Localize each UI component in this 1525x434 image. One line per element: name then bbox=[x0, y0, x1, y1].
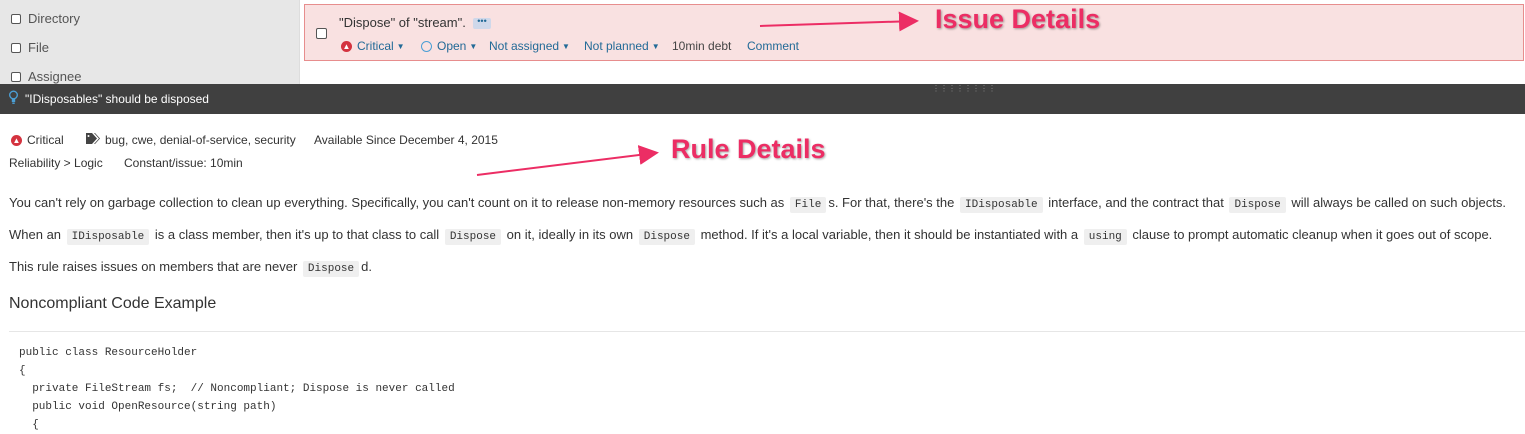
available-since-label: Available Since December 4, 2015 bbox=[314, 133, 498, 147]
inline-code: IDisposable bbox=[66, 229, 150, 245]
divider bbox=[9, 331, 1525, 332]
inline-code: using bbox=[1083, 229, 1127, 245]
text: method. If it's a local variable, then i… bbox=[700, 227, 1079, 242]
critical-severity-icon: ▲ bbox=[11, 134, 22, 146]
text: You can't rely on garbage collection to … bbox=[9, 195, 785, 210]
text: is a class member, then it's up to that … bbox=[154, 227, 440, 242]
inline-code: Dispose bbox=[444, 229, 502, 245]
noncompliant-code-block: public class ResourceHolder { private Fi… bbox=[19, 347, 455, 431]
rule-constant: Constant/issue: 10min bbox=[124, 156, 243, 170]
rule-tags: bug, cwe, denial-of-service, security bbox=[86, 133, 296, 147]
inline-code: Dispose bbox=[1229, 197, 1286, 213]
resize-handle-icon[interactable]: ⋮⋮⋮⋮⋮⋮⋮⋮ bbox=[932, 85, 996, 93]
text: d. bbox=[361, 259, 372, 274]
rule-available-since: Available Since December 4, 2015 bbox=[314, 133, 498, 147]
rule-paragraph-3: This rule raises issues on members that … bbox=[9, 259, 372, 277]
rule-severity: ▲ Critical bbox=[11, 133, 64, 147]
text: will always be called on such objects. bbox=[1291, 195, 1506, 210]
rule-category: Reliability > Logic bbox=[9, 156, 103, 170]
rule-details-annotation: Rule Details bbox=[671, 134, 826, 164]
inline-code: Dispose bbox=[638, 229, 695, 245]
rule-title-bar: "IDisposables" should be disposed ⋮⋮⋮⋮⋮⋮… bbox=[0, 84, 1525, 114]
text: interface, and the contract that bbox=[1048, 195, 1224, 210]
rule-paragraph-1: You can't rely on garbage collection to … bbox=[9, 195, 1506, 213]
text: on it, ideally in its own bbox=[506, 227, 634, 242]
rule-tags-label: bug, cwe, denial-of-service, security bbox=[105, 133, 296, 147]
inline-code: IDisposable bbox=[960, 197, 1043, 213]
text: This rule raises issues on members that … bbox=[9, 259, 298, 274]
rule-severity-label: Critical bbox=[27, 133, 64, 147]
issue-details-arrow bbox=[759, 11, 919, 32]
text: clause to prompt automatic cleanup when … bbox=[1132, 227, 1493, 242]
rule-details-arrow bbox=[476, 145, 659, 176]
rule-title: "IDisposables" should be disposed bbox=[25, 92, 209, 106]
inline-code: File bbox=[789, 197, 827, 213]
text: When an bbox=[9, 227, 62, 242]
text: s. For that, there's the bbox=[828, 195, 955, 210]
noncompliant-heading: Noncompliant Code Example bbox=[9, 295, 217, 312]
tags-icon bbox=[86, 133, 100, 147]
inline-code: Dispose bbox=[302, 261, 360, 277]
rule-paragraph-2: When an IDisposable is a class member, t… bbox=[9, 227, 1493, 245]
lightbulb-icon bbox=[9, 90, 18, 110]
issue-details-annotation: Issue Details bbox=[935, 4, 1101, 34]
